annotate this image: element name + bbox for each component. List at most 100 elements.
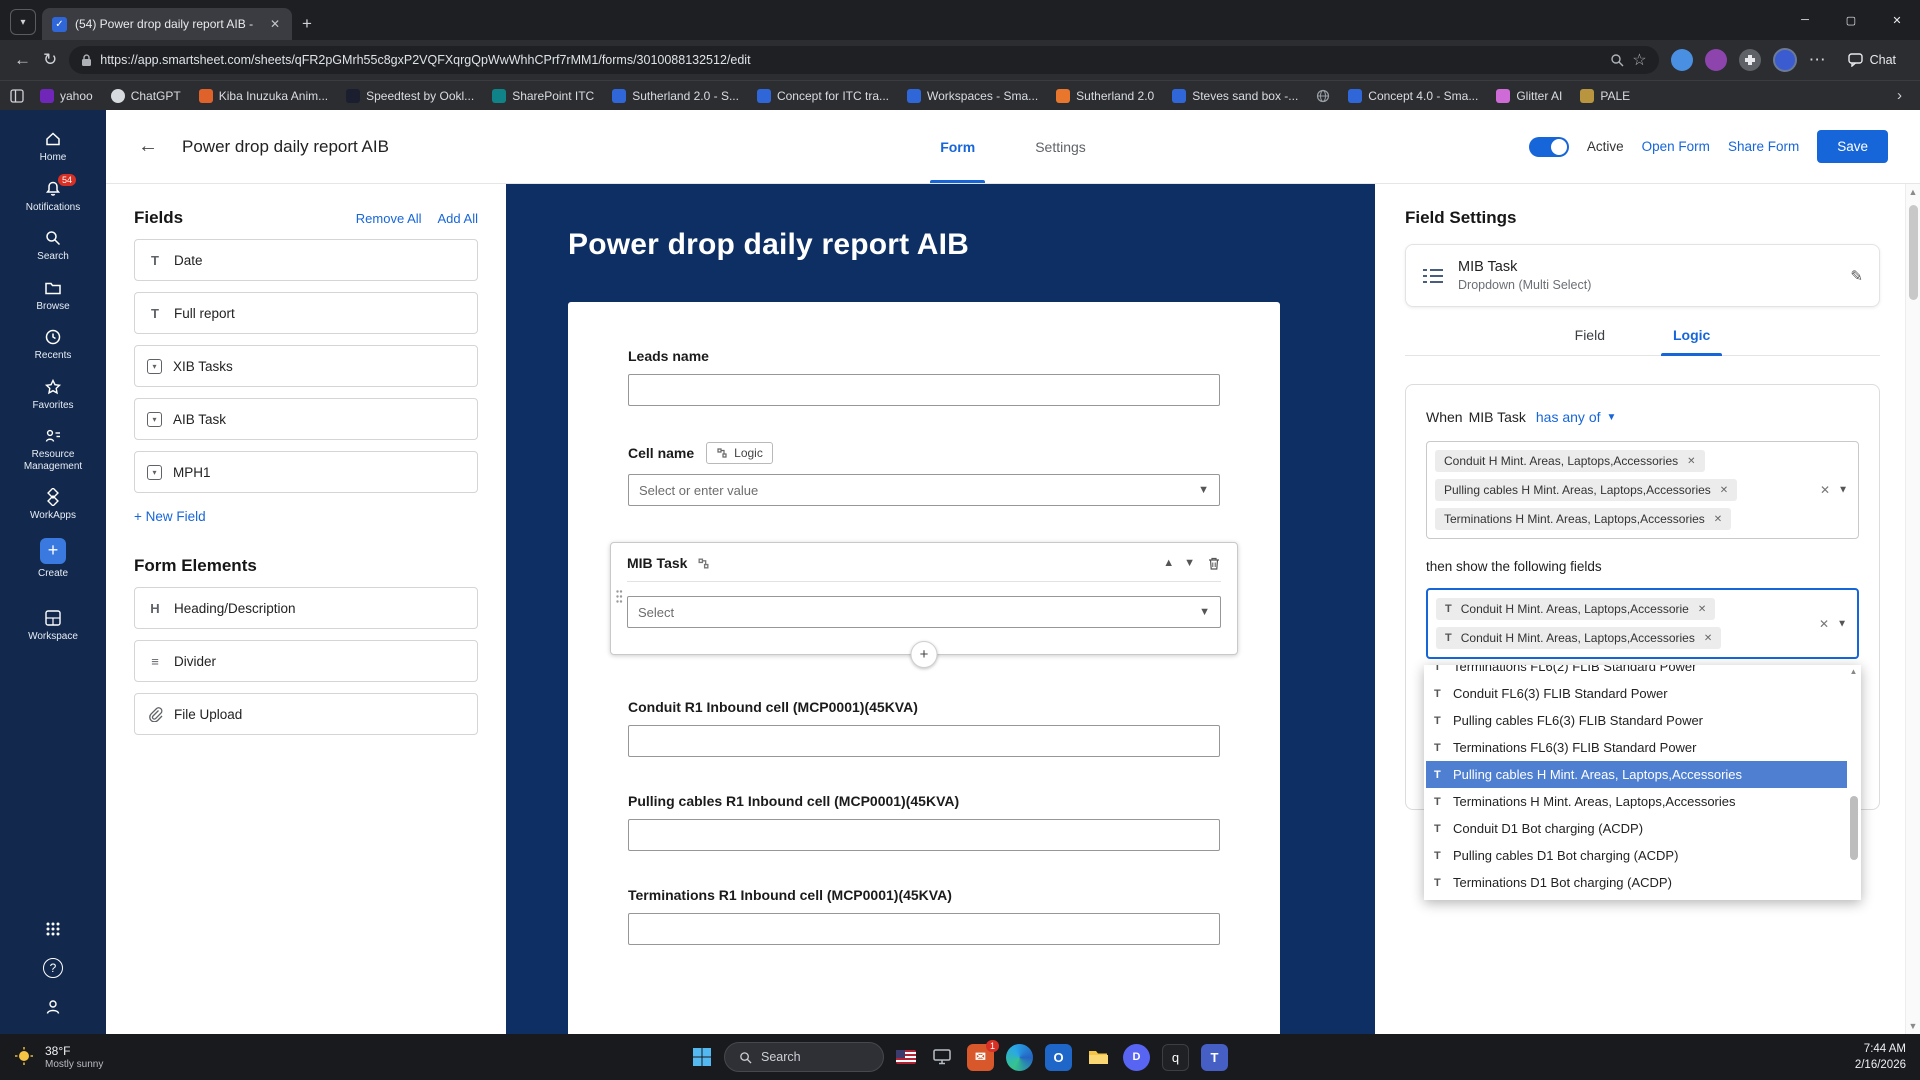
remove-chip-icon[interactable]: ✕: [1687, 456, 1695, 467]
dropdown-option[interactable]: TPulling cables FL6(3) FLIB Standard Pow…: [1426, 707, 1847, 734]
taskbar-clock[interactable]: 7:44 AM 2/16/2026: [1855, 1041, 1906, 1073]
tab-actions-icon[interactable]: ▾: [10, 9, 36, 35]
dropdown-option[interactable]: TPulling cables D1 Bot charging (ACDP): [1426, 842, 1847, 869]
add-all-link[interactable]: Add All: [438, 211, 478, 226]
bookmarks-apps-icon[interactable]: [10, 89, 24, 103]
field-item-xib-tasks[interactable]: ▾XIB Tasks: [134, 345, 478, 387]
field-item-full-report[interactable]: TFull report: [134, 292, 478, 334]
field-item-aib-task[interactable]: ▾AIB Task: [134, 398, 478, 440]
show-field-chip[interactable]: TConduit H Mint. Areas, Laptops,Accessor…: [1436, 627, 1721, 649]
field-item-mph1[interactable]: ▾MPH1: [134, 451, 478, 493]
bookmark-kiba[interactable]: Kiba Inuzuka Anim...: [191, 86, 336, 106]
bookmark-yahoo[interactable]: yahoo: [32, 86, 101, 106]
file-explorer-app-icon[interactable]: [1084, 1044, 1111, 1071]
scrollbar-thumb[interactable]: [1909, 205, 1918, 300]
logic-chip[interactable]: Logic: [706, 442, 773, 464]
show-field-chip[interactable]: TConduit H Mint. Areas, Laptops,Accessor…: [1436, 598, 1715, 620]
sidebar-item-browse[interactable]: Browse: [0, 271, 106, 321]
chat-button[interactable]: Chat: [1838, 49, 1906, 71]
bookmarks-overflow-icon[interactable]: ›: [1889, 87, 1910, 104]
tab-form[interactable]: Form: [936, 110, 979, 183]
back-arrow-icon[interactable]: ←: [138, 135, 158, 158]
bookmark-workspaces[interactable]: Workspaces - Sma...: [899, 86, 1046, 106]
sidebar-item-recents[interactable]: Recents: [0, 320, 106, 370]
dropdown-option[interactable]: TTerminations D1 Bot charging (ACDP): [1426, 869, 1847, 896]
sidebar-item-workspace[interactable]: Workspace: [0, 601, 106, 651]
clear-all-icon[interactable]: ✕: [1820, 483, 1830, 497]
add-field-here-button[interactable]: +: [911, 641, 938, 668]
sidebar-item-workapps[interactable]: WorkApps: [0, 480, 106, 530]
bookmark-glitter[interactable]: Glitter AI: [1488, 86, 1570, 106]
scroll-up-icon[interactable]: ▲: [1848, 667, 1859, 676]
pulling-input[interactable]: [628, 819, 1220, 851]
taskbar-search[interactable]: Search: [724, 1042, 884, 1072]
condition-chip[interactable]: Conduit H Mint. Areas, Laptops,Accessori…: [1435, 450, 1705, 472]
minimize-button[interactable]: ─: [1782, 0, 1828, 40]
field-item-date[interactable]: TDate: [134, 239, 478, 281]
profile-avatar[interactable]: [1773, 48, 1797, 72]
app-grid-icon[interactable]: [44, 920, 62, 938]
mib-task-selected-field[interactable]: MIB Task ▲ ▼: [610, 542, 1238, 655]
dropdown-option[interactable]: TConduit D1 Bot charging (ACDP): [1426, 815, 1847, 842]
dropdown-option[interactable]: TTerminations FL6(3) FLIB Standard Power: [1426, 734, 1847, 761]
element-divider[interactable]: ≡Divider: [134, 640, 478, 682]
active-toggle[interactable]: [1529, 137, 1569, 157]
leads-name-input[interactable]: [628, 374, 1220, 406]
weather-widget[interactable]: 38°F Mostly sunny: [14, 1044, 103, 1070]
chevron-down-icon[interactable]: ▼: [1838, 485, 1848, 496]
extensions-puzzle-icon[interactable]: [1739, 49, 1761, 71]
language-flag-icon[interactable]: [896, 1050, 916, 1064]
move-down-icon[interactable]: ▼: [1184, 557, 1195, 569]
help-icon[interactable]: ?: [43, 958, 63, 978]
bookmark-globe[interactable]: [1308, 86, 1338, 106]
mib-task-select[interactable]: Select ▼: [627, 596, 1221, 628]
teams-app-icon[interactable]: T: [1201, 1044, 1228, 1071]
dark-app-icon[interactable]: q: [1162, 1044, 1189, 1071]
bookmark-speedtest[interactable]: Speedtest by Ookl...: [338, 86, 482, 106]
bookmark-chatgpt[interactable]: ChatGPT: [103, 86, 189, 106]
condition-values-box[interactable]: Conduit H Mint. Areas, Laptops,Accessori…: [1426, 441, 1859, 539]
windows-start-icon[interactable]: [692, 1047, 712, 1067]
bookmark-sutherland2[interactable]: Sutherland 2.0: [1048, 86, 1162, 106]
dropdown-option-highlighted[interactable]: TPulling cables H Mint. Areas, Laptops,A…: [1426, 761, 1847, 788]
sidebar-item-search[interactable]: Search: [0, 221, 106, 271]
remove-chip-icon[interactable]: ✕: [1704, 633, 1712, 644]
clear-all-icon[interactable]: ✕: [1819, 617, 1829, 631]
bookmark-concept-itc[interactable]: Concept for ITC tra...: [749, 86, 897, 106]
sidebar-item-resource-management[interactable]: Resource Management: [0, 419, 106, 480]
save-button[interactable]: Save: [1817, 130, 1888, 163]
selected-field-card[interactable]: MIB Task Dropdown (Multi Select) ✎: [1405, 244, 1880, 307]
tab-close-icon[interactable]: ✕: [268, 17, 282, 31]
remove-chip-icon[interactable]: ✕: [1698, 604, 1706, 615]
sidebar-item-notifications[interactable]: 54 Notifications: [0, 172, 106, 222]
maximize-button[interactable]: ▢: [1828, 0, 1874, 40]
drag-handle-icon[interactable]: [615, 588, 623, 609]
sidebar-item-home[interactable]: Home: [0, 122, 106, 172]
new-tab-button[interactable]: +: [302, 14, 312, 34]
condition-chip[interactable]: Terminations H Mint. Areas, Laptops,Acce…: [1435, 508, 1731, 530]
extension-icon-1[interactable]: [1671, 49, 1693, 71]
remove-chip-icon[interactable]: ✕: [1714, 514, 1722, 525]
chevron-down-icon[interactable]: ▼: [1837, 618, 1847, 629]
scrollbar-thumb[interactable]: [1850, 796, 1858, 860]
share-form-link[interactable]: Share Form: [1728, 139, 1799, 154]
edge-app-icon[interactable]: [1006, 1044, 1033, 1071]
remove-chip-icon[interactable]: ✕: [1720, 485, 1728, 496]
browser-tab[interactable]: ✓ (54) Power drop daily report AIB - ✕: [42, 8, 292, 40]
outlook-app-icon[interactable]: O: [1045, 1044, 1072, 1071]
show-fields-box[interactable]: TConduit H Mint. Areas, Laptops,Accessor…: [1426, 588, 1859, 659]
favorite-star-icon[interactable]: ☆: [1632, 50, 1646, 70]
bookmark-pale[interactable]: PALE: [1572, 86, 1638, 106]
scroll-down-icon[interactable]: ▼: [1909, 1021, 1918, 1031]
terminations-input[interactable]: [628, 913, 1220, 945]
bookmark-steves-sandbox[interactable]: Steves sand box -...: [1164, 86, 1306, 106]
zoom-icon[interactable]: [1610, 53, 1624, 67]
mail-app-icon[interactable]: ✉1: [967, 1044, 994, 1071]
sidebar-item-favorites[interactable]: Favorites: [0, 370, 106, 420]
element-file-upload[interactable]: File Upload: [134, 693, 478, 735]
conduit-input[interactable]: [628, 725, 1220, 757]
bookmark-sharepoint[interactable]: SharePoint ITC: [484, 86, 602, 106]
url-bar[interactable]: ☆: [69, 46, 1658, 74]
dropdown-option[interactable]: TConduit FL6(3) FLIB Standard Power: [1426, 680, 1847, 707]
new-field-link[interactable]: + New Field: [134, 509, 206, 524]
